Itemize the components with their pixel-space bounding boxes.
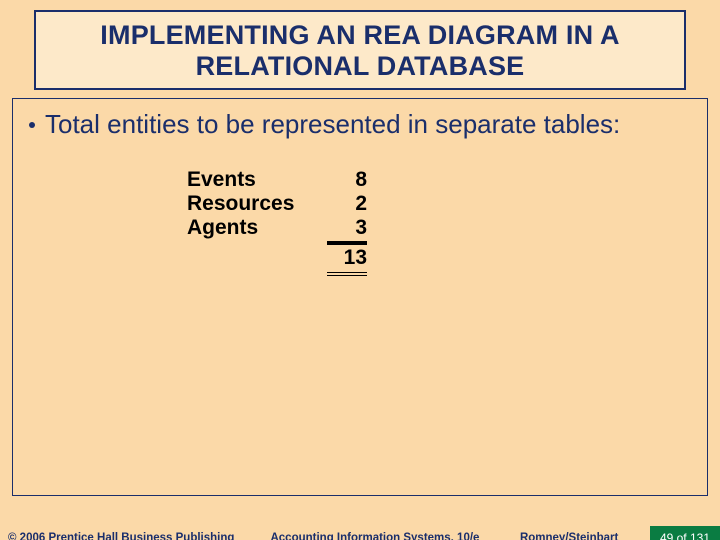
slide-footer: © 2006 Prentice Hall Business Publishing… [0,526,720,540]
bullet-text: Total entities to be represented in sepa… [45,109,691,140]
footer-page: 49 of 131 [650,526,720,540]
entity-tally: Events 8 Resources 2 Agents 3 13 [187,168,691,276]
tally-row: Events 8 [187,168,691,192]
bullet-item: Total entities to be represented in sepa… [29,109,691,140]
footer-center: Accounting Information Systems, 10/e [250,532,500,540]
tally-label: Resources [187,192,327,216]
tally-value: 2 [327,192,367,216]
title-line-2: RELATIONAL DATABASE [196,51,525,81]
slide-body: Total entities to be represented in sepa… [12,98,708,496]
footer-copyright: © 2006 Prentice Hall Business Publishing [0,532,250,540]
tally-row: Resources 2 [187,192,691,216]
footer-authors: Romney/Steinbart [500,532,650,540]
slide-title: IMPLEMENTING AN REA DIAGRAM IN A RELATIO… [46,20,674,82]
tally-row: Agents 3 [187,216,691,243]
tally-value: 8 [327,168,367,192]
tally-total-row: 13 [187,243,691,276]
slide-title-box: IMPLEMENTING AN REA DIAGRAM IN A RELATIO… [34,10,686,90]
tally-value-last: 3 [327,216,367,243]
tally-total-label [187,243,327,276]
title-line-1: IMPLEMENTING AN REA DIAGRAM IN A [100,20,619,50]
tally-total: 13 [327,243,367,276]
tally-label: Agents [187,216,327,243]
bullet-icon [29,122,35,128]
tally-label: Events [187,168,327,192]
